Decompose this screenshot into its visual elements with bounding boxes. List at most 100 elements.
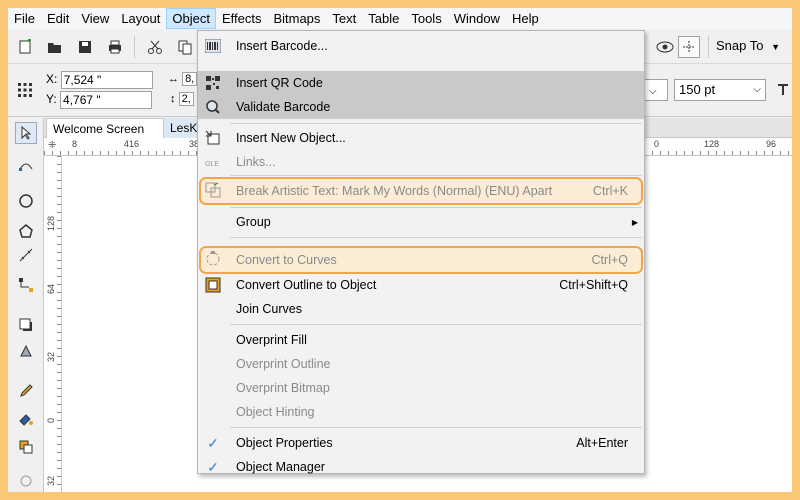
menu-text[interactable]: Text (326, 8, 362, 29)
magnifier-icon (204, 98, 222, 116)
menu-item-label: Break Artistic Text: Mark My Words (Norm… (236, 184, 553, 198)
ole-icon: OLE (204, 153, 222, 171)
connector-tool-icon[interactable] (15, 274, 37, 296)
interactive-fill-tool-icon[interactable] (15, 408, 37, 430)
font-size-value: 150 pt (679, 82, 716, 97)
menu-item-break-apart[interactable]: Break Artistic Text: Mark My Words (Norm… (199, 177, 643, 205)
toolbox (8, 118, 44, 492)
menu-item-label: Convert to Curves (236, 253, 337, 267)
menu-item-label: Insert New Object... (236, 131, 346, 145)
menu-item-object-hinting: Object Hinting (198, 400, 644, 424)
chevron-down-icon: ▼ (771, 42, 781, 52)
ruler-tick-label: 0 (46, 418, 56, 424)
new-document-icon[interactable] (14, 36, 36, 58)
menu-item-links: OLE Links... (198, 150, 644, 174)
menu-item-label: Insert Barcode... (236, 39, 328, 53)
vertical-ruler: 128 64 32 0 32 (44, 156, 62, 492)
menu-item-convert-to-curves[interactable]: Convert to Curves Ctrl+Q (199, 246, 643, 274)
x-position-input[interactable]: 7,524 " (60, 71, 153, 89)
text-properties-icon[interactable] (772, 79, 792, 101)
ellipse-tool-icon[interactable] (15, 190, 37, 212)
drop-shadow-tool-icon[interactable] (15, 314, 37, 336)
x-position: X: 7,524 " (46, 71, 153, 89)
open-folder-icon[interactable] (44, 36, 66, 58)
menu-item-shortcut: Ctrl+K (592, 184, 628, 198)
height-field[interactable]: ↕ 2, (170, 92, 194, 106)
outline-object-icon (204, 276, 222, 294)
height-input[interactable]: 2, (178, 92, 194, 106)
menu-item-overprint-fill[interactable]: Overprint Fill (198, 328, 644, 352)
menu-item-insert-new-object[interactable]: Insert New Object... (198, 126, 644, 150)
reference-point-icon[interactable] (14, 79, 36, 101)
tab-welcome-screen[interactable]: Welcome Screen (46, 118, 164, 138)
ruler-tick-label: 64 (46, 284, 56, 295)
y-position: Y: 4,767 " (46, 91, 153, 109)
menu-item-join-curves[interactable]: Join Curves (198, 297, 644, 321)
ruler-origin-icon[interactable]: ⁜ (48, 140, 56, 151)
menu-item-shortcut: Alt+Enter (576, 436, 628, 450)
menu-item-label: Insert QR Code (236, 76, 323, 90)
menu-item-object-manager[interactable]: ✓ Object Manager (198, 455, 644, 479)
menu-tools[interactable]: Tools (405, 8, 447, 29)
menu-item-group[interactable]: Group ▶ (198, 210, 644, 234)
menu-item-overprint-bitmap: Overprint Bitmap (198, 376, 644, 400)
check-icon: ✓ (207, 458, 219, 475)
menu-view[interactable]: View (75, 8, 115, 29)
menu-item-insert-barcode[interactable]: Insert Barcode... (198, 34, 644, 58)
smart-fill-tool-icon[interactable] (15, 436, 37, 458)
y-position-input[interactable]: 4,767 " (60, 91, 153, 109)
outline-pen-tool-icon[interactable] (15, 470, 37, 492)
menu-item-shortcut: Ctrl+Shift+Q (559, 278, 628, 292)
font-dropdown-arrow[interactable]: ⌵ (644, 79, 668, 101)
menu-help[interactable]: Help (506, 8, 545, 29)
menu-item-object-properties[interactable]: ✓ Object Properties Alt+Enter (198, 431, 644, 455)
font-size-select[interactable]: 150 pt ⌵ (674, 79, 766, 101)
menu-edit[interactable]: Edit (41, 8, 75, 29)
ruler-tick-label: 0 (654, 139, 660, 149)
menu-item-convert-outline[interactable]: Convert Outline to Object Ctrl+Shift+Q (198, 273, 644, 297)
menu-item-shortcut: Ctrl+Q (591, 253, 628, 267)
dimension-tool-icon[interactable] (15, 244, 37, 266)
ruler-tick-label: 128 (46, 216, 56, 232)
menu-window[interactable]: Window (448, 8, 506, 29)
transparency-tool-icon[interactable] (15, 340, 37, 362)
menu-table[interactable]: Table (362, 8, 405, 29)
break-apart-icon (204, 181, 222, 199)
eyedropper-tool-icon[interactable] (15, 380, 37, 402)
menu-object[interactable]: Object (166, 8, 216, 29)
menu-item-label: Overprint Bitmap (236, 381, 330, 395)
menu-item-label: Validate Barcode (236, 100, 331, 114)
menu-item-insert-qr-code[interactable]: Insert QR Code (198, 71, 644, 95)
menu-item-label: Overprint Outline (236, 357, 331, 371)
chevron-down-icon: ⌵ (649, 86, 657, 97)
ruler-tick-label: 416 (124, 139, 140, 149)
insert-object-icon (204, 129, 222, 147)
height-icon: ↕ (170, 93, 176, 105)
menu-item-validate-barcode[interactable]: Validate Barcode (198, 95, 644, 119)
submenu-arrow-icon: ▶ (631, 217, 638, 227)
save-icon[interactable] (74, 36, 96, 58)
ruler-tick-label: 96 (766, 139, 777, 149)
grid-toggle-icon[interactable] (678, 36, 700, 58)
shape-tool-icon[interactable] (15, 154, 37, 176)
cut-icon[interactable] (144, 36, 166, 58)
corel-window: File Edit View Layout Object Effects Bit… (8, 8, 792, 492)
menu-item-label: Overprint Fill (236, 333, 307, 347)
print-icon[interactable] (104, 36, 126, 58)
menu-file[interactable]: File (8, 8, 41, 29)
pick-tool-icon[interactable] (15, 122, 37, 144)
snap-to-dropdown[interactable]: Snap To ▼ (716, 38, 780, 53)
chevron-down-icon: ⌵ (753, 84, 761, 95)
view-icon[interactable] (654, 36, 676, 58)
width-icon: ↔ (168, 73, 179, 85)
ruler-tick-label: 8 (72, 139, 78, 149)
width-field[interactable]: ↔ 8, (168, 72, 198, 86)
width-input[interactable]: 8, (182, 72, 198, 86)
menu-bitmaps[interactable]: Bitmaps (267, 8, 326, 29)
ruler-tick-label: 32 (46, 476, 56, 487)
menu-item-label: Object Hinting (236, 405, 315, 419)
polygon-tool-icon[interactable] (15, 220, 37, 242)
menu-layout[interactable]: Layout (115, 8, 166, 29)
menu-effects[interactable]: Effects (216, 8, 268, 29)
copy-icon[interactable] (174, 36, 196, 58)
